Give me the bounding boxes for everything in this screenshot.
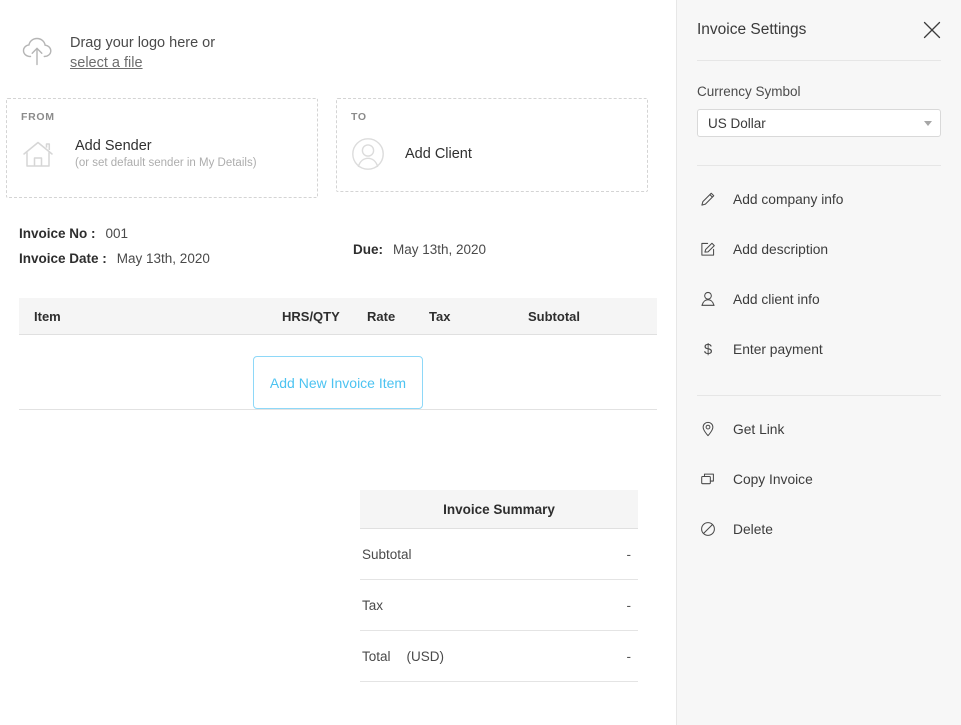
currency-symbol-label: Currency Symbol	[697, 84, 801, 99]
to-label: TO	[351, 111, 367, 123]
settings-menu-secondary: Get Link Copy Invoice Delete	[677, 396, 961, 554]
currency-select-value: US Dollar	[708, 115, 766, 131]
invoice-no-label: Invoice No :	[19, 226, 96, 241]
currency-field: Currency Symbol US Dollar	[677, 61, 961, 137]
menu-item-add-company-info[interactable]: Add company info	[697, 174, 941, 224]
summary-amount-subtotal: -	[626, 546, 632, 562]
add-item-area: Add New Invoice Item	[19, 335, 657, 409]
menu-label-delete: Delete	[733, 521, 773, 537]
menu-item-enter-payment[interactable]: $ Enter payment	[697, 324, 941, 374]
chevron-down-icon	[924, 120, 932, 126]
summary-label-tax: Tax	[362, 597, 384, 613]
menu-label-add-client-info: Add client info	[733, 291, 820, 307]
dollar-icon: $	[697, 342, 719, 357]
from-sender-box[interactable]: FROM Add Sender (or set default sender i…	[6, 98, 318, 198]
invoice-date-value[interactable]: May 13th, 2020	[117, 251, 210, 266]
summary-label-subtotal: Subtotal	[362, 546, 412, 562]
invoice-meta: Invoice No : 001 Invoice Date : May 13th…	[0, 226, 676, 282]
from-subtitle: (or set default sender in My Details)	[75, 157, 257, 169]
person-avatar-icon	[351, 137, 387, 171]
summary-amount-tax: -	[626, 597, 632, 613]
house-icon	[21, 137, 57, 171]
from-body: Add Sender (or set default sender in My …	[21, 137, 303, 171]
to-text: Add Client	[405, 145, 472, 163]
settings-spacer-b	[677, 374, 961, 395]
ban-icon	[697, 520, 719, 538]
menu-label-copy-invoice: Copy Invoice	[733, 471, 813, 487]
invoice-summary-title: Invoice Summary	[360, 490, 638, 529]
column-header-item: Item	[34, 308, 61, 324]
menu-label-enter-payment: Enter payment	[733, 341, 823, 357]
menu-item-add-client-info[interactable]: Add client info	[697, 274, 941, 324]
close-icon[interactable]	[920, 18, 944, 42]
column-header-hrsqty: HRS/QTY	[282, 308, 340, 324]
logo-drop-prompt: Drag your logo here or	[70, 35, 216, 51]
invoice-date-row[interactable]: Invoice Date : May 13th, 2020	[19, 251, 676, 276]
to-body: Add Client	[351, 137, 633, 171]
invoice-no-row[interactable]: Invoice No : 001	[19, 226, 676, 251]
logo-dropzone-text: Drag your logo here or select a file	[70, 30, 215, 72]
edit-square-icon	[697, 240, 719, 258]
invoice-settings-panel: Invoice Settings Currency Symbol US Doll…	[676, 0, 961, 725]
menu-label-get-link: Get Link	[733, 421, 785, 437]
summary-label-total-wrap: Total (USD)	[362, 649, 444, 664]
from-text: Add Sender (or set default sender in My …	[75, 137, 257, 171]
summary-amount-total: -	[626, 648, 632, 664]
pencil-icon	[697, 190, 719, 208]
menu-item-delete[interactable]: Delete	[697, 504, 941, 554]
currency-select[interactable]: US Dollar	[697, 109, 941, 137]
summary-label-total: Total	[362, 648, 391, 664]
select-a-file-link[interactable]: select a file	[70, 54, 143, 72]
invoice-document-pane: Drag your logo here or select a file FRO…	[0, 0, 676, 725]
column-header-rate: Rate	[367, 308, 396, 324]
settings-spacer-a	[677, 137, 961, 165]
add-new-invoice-item-button[interactable]: Add New Invoice Item	[252, 356, 424, 409]
menu-label-add-company-info: Add company info	[733, 191, 844, 207]
due-value[interactable]: May 13th, 2020	[393, 242, 486, 257]
menu-item-add-description[interactable]: Add description	[697, 224, 941, 274]
person-icon	[697, 290, 719, 308]
summary-row-tax: Tax -	[360, 580, 638, 631]
invoice-items-table: Item HRS/QTY Rate Tax Subtotal Add New I…	[19, 298, 657, 410]
map-pin-icon	[697, 420, 719, 438]
logo-dropzone[interactable]: Drag your logo here or select a file	[0, 0, 676, 72]
summary-row-total: Total (USD) -	[360, 631, 638, 682]
invoice-date-label: Invoice Date :	[19, 251, 107, 266]
menu-item-copy-invoice[interactable]: Copy Invoice	[697, 454, 941, 504]
add-client-label: Add Client	[405, 146, 472, 162]
parties-row: FROM Add Sender (or set default sender i…	[0, 98, 676, 198]
to-client-box[interactable]: TO Add Client	[336, 98, 648, 192]
due-label: Due:	[353, 242, 383, 257]
due-date-row[interactable]: Due: May 13th, 2020	[353, 242, 486, 257]
menu-item-get-link[interactable]: Get Link	[697, 404, 941, 454]
add-sender-label: Add Sender	[75, 138, 152, 154]
settings-menu-primary: Add company info Add description Add cli…	[677, 166, 961, 374]
invoice-editor-app: Drag your logo here or select a file FRO…	[0, 0, 961, 725]
dollar-glyph: $	[703, 340, 713, 358]
copy-icon	[697, 470, 719, 488]
cloud-upload-icon	[18, 32, 58, 72]
column-header-subtotal: Subtotal	[528, 308, 580, 324]
menu-label-add-description: Add description	[733, 241, 829, 257]
summary-row-subtotal: Subtotal -	[360, 529, 638, 580]
summary-currency-total: (USD)	[406, 648, 445, 664]
settings-header: Invoice Settings	[677, 0, 961, 60]
invoice-no-value[interactable]: 001	[106, 226, 129, 241]
settings-panel-title: Invoice Settings	[697, 21, 807, 38]
items-table-header: Item HRS/QTY Rate Tax Subtotal	[19, 298, 657, 335]
column-header-tax: Tax	[429, 308, 451, 324]
from-label: FROM	[21, 111, 55, 123]
invoice-summary: Invoice Summary Subtotal - Tax - Total (…	[360, 490, 638, 682]
